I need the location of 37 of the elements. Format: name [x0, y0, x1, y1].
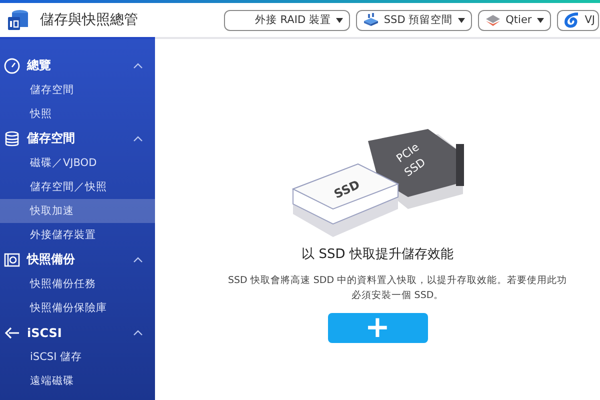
sidebar-section-header[interactable]: 總覽	[0, 53, 155, 78]
sidebar-section-header[interactable]: 儲存空間	[0, 126, 155, 151]
chevron-icon	[133, 256, 143, 262]
sidebar-item[interactable]: 儲存空間／快照	[0, 175, 155, 199]
sidebar-item[interactable]: 快照備份任務	[0, 272, 155, 296]
gauge-icon	[4, 58, 20, 74]
app-title: 儲存與快照總管	[40, 11, 138, 29]
connection-icon	[4, 326, 20, 340]
toolbar-dropdown[interactable]: VJ	[556, 10, 599, 30]
ssd-stack-icon	[362, 13, 379, 27]
toolbar-dropdown[interactable]: Qtier	[478, 10, 551, 30]
dropdown-caret-icon	[536, 18, 544, 22]
dropdown-caret-icon	[336, 18, 343, 22]
sidebar-item[interactable]: 磁碟／VJBOD	[0, 151, 155, 175]
sidebar-item[interactable]: 快照	[0, 102, 155, 126]
toolbar-dropdown[interactable]: 外接 RAID 裝置	[224, 10, 350, 30]
dropdown-caret-icon	[458, 18, 465, 22]
toolbar-dropdown[interactable]: SSD 預留空間	[356, 10, 472, 30]
app-logo-icon	[6, 8, 30, 32]
sidebar-section-header[interactable]: 快照備份	[0, 247, 155, 272]
swirl-icon	[564, 12, 580, 28]
layers-icon	[484, 13, 501, 27]
sidebar-item[interactable]: 外接儲存裝置	[0, 223, 155, 247]
sidebar-item[interactable]: iSCSI 儲存	[0, 345, 155, 369]
sidebar-item[interactable]: 快取加速	[0, 199, 155, 223]
chevron-icon	[133, 136, 143, 142]
sidebar-item[interactable]: 遠端磁碟	[0, 369, 155, 393]
camera-icon	[4, 252, 20, 266]
database-icon	[4, 130, 20, 146]
sidebar-item[interactable]: 快照備份保險庫	[0, 296, 155, 320]
empty-state-description: SSD 快取會將高速 SDD 中的資料置入快取，以提升存取效能。若要使用此功 必須安裝一個 SSD。	[228, 274, 568, 303]
chevron-icon	[133, 330, 143, 336]
sidebar-item[interactable]: 儲存空間	[0, 78, 155, 102]
sidebar-section-header[interactable]: iSCSI	[0, 320, 155, 345]
ssd-illustration-drawing: SSD PCIe SSD	[288, 129, 468, 239]
empty-state-heading: 以 SSD 快取提升儲存效能	[302, 246, 454, 263]
chevron-icon	[133, 62, 143, 68]
